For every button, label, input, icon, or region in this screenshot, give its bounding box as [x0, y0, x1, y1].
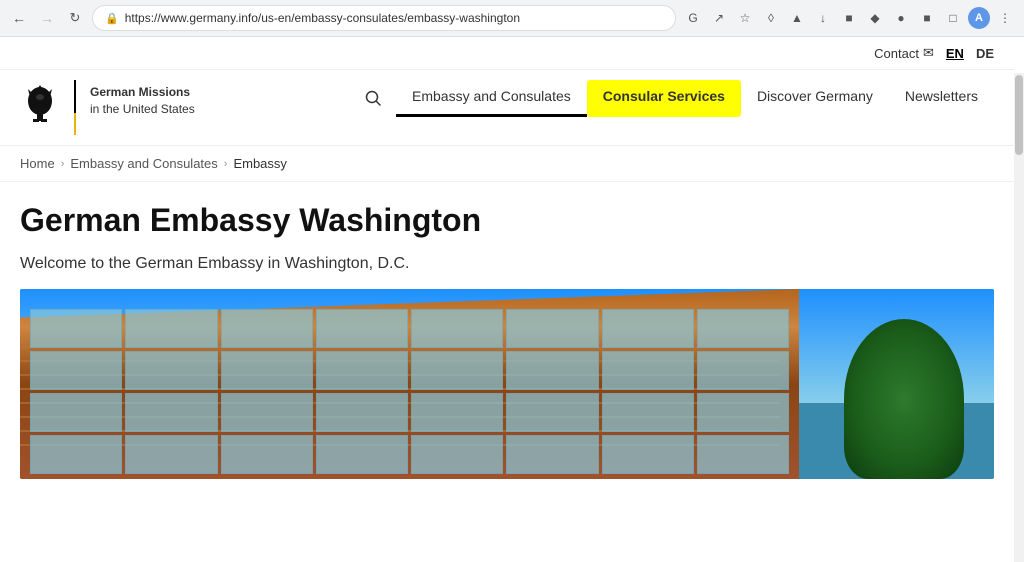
nav-embassy-consulates[interactable]: Embassy and Consulates: [396, 80, 587, 117]
back-button[interactable]: ←: [8, 7, 30, 29]
page-content: German Embassy Washington Welcome to the…: [0, 182, 1014, 479]
lastpass-icon[interactable]: ●: [890, 7, 912, 29]
window: [697, 393, 789, 432]
contact-email-icon: ✉: [923, 45, 934, 61]
nav-newsletters[interactable]: Newsletters: [889, 80, 994, 117]
utility-bar: Contact ✉ EN DE: [0, 37, 1014, 70]
german-eagle-icon: [20, 80, 60, 130]
window: [411, 351, 503, 390]
share-icon[interactable]: ↗: [708, 7, 730, 29]
lang-en-button[interactable]: EN: [946, 46, 964, 61]
window: [316, 435, 408, 474]
org-name: German Missions: [90, 84, 195, 101]
window: [506, 351, 598, 390]
breadcrumb: Home › Embassy and Consulates › Embassy: [0, 146, 1014, 182]
window: [30, 393, 122, 432]
window: [125, 393, 217, 432]
window: [506, 393, 598, 432]
breadcrumb-embassy-consulates[interactable]: Embassy and Consulates: [70, 156, 217, 171]
main-nav: Embassy and Consulates Consular Services…: [350, 80, 994, 117]
window: [506, 309, 598, 348]
window: [602, 393, 694, 432]
download-icon[interactable]: ↓: [812, 7, 834, 29]
profile-avatar[interactable]: A: [968, 7, 990, 29]
brave-icon[interactable]: ■: [838, 7, 860, 29]
logo-divider: [74, 80, 76, 135]
contact-link[interactable]: Contact ✉: [874, 45, 934, 61]
window: [30, 309, 122, 348]
lang-de-button[interactable]: DE: [976, 46, 994, 61]
window: [411, 309, 503, 348]
window: [30, 435, 122, 474]
window: [30, 351, 122, 390]
nav-discover-germany[interactable]: Discover Germany: [741, 80, 889, 117]
google-icon[interactable]: G: [682, 7, 704, 29]
window: [125, 351, 217, 390]
embassy-image: [20, 289, 994, 479]
breadcrumb-home[interactable]: Home: [20, 156, 55, 171]
window: [697, 309, 789, 348]
window: [697, 351, 789, 390]
vpn-icon[interactable]: ▲: [786, 7, 808, 29]
breadcrumb-current: Embassy: [233, 156, 286, 171]
logo-text: German Missions in the United States: [90, 80, 195, 118]
contact-label: Contact: [874, 46, 919, 61]
window: [316, 309, 408, 348]
window: [221, 309, 313, 348]
building-windows: [20, 289, 799, 479]
window: [411, 435, 503, 474]
site-header: German Missions in the United States Emb…: [0, 70, 1014, 146]
forward-button[interactable]: →: [36, 7, 58, 29]
page-title: German Embassy Washington: [20, 202, 994, 239]
window: [602, 309, 694, 348]
window: [125, 435, 217, 474]
menu-icon[interactable]: ⋮: [994, 7, 1016, 29]
window: [221, 393, 313, 432]
page-subtitle: Welcome to the German Embassy in Washing…: [20, 255, 994, 273]
window: [221, 435, 313, 474]
window: [602, 351, 694, 390]
window: [602, 435, 694, 474]
breadcrumb-sep-1: ›: [61, 158, 65, 170]
nav-consular-services[interactable]: Consular Services: [587, 80, 741, 117]
url-text: https://www.germany.info/us-en/embassy-c…: [125, 11, 663, 25]
nav-items: Embassy and Consulates Consular Services…: [396, 80, 994, 117]
star-icon[interactable]: ☆: [734, 7, 756, 29]
breadcrumb-sep-2: ›: [224, 158, 228, 170]
shield-icon[interactable]: ◊: [760, 7, 782, 29]
reload-button[interactable]: ↻: [64, 7, 86, 29]
tree-decoration: [844, 319, 964, 479]
search-button[interactable]: [350, 89, 396, 117]
window: [316, 393, 408, 432]
window: [411, 393, 503, 432]
window: [506, 435, 598, 474]
window: [125, 309, 217, 348]
window-icon[interactable]: □: [942, 7, 964, 29]
window: [221, 351, 313, 390]
address-bar[interactable]: 🔒 https://www.germany.info/us-en/embassy…: [92, 5, 676, 31]
window: [316, 351, 408, 390]
extensions-icon[interactable]: ■: [916, 7, 938, 29]
window: [697, 435, 789, 474]
org-subtitle: in the United States: [90, 102, 195, 116]
metamask-icon[interactable]: ◆: [864, 7, 886, 29]
lock-icon: 🔒: [105, 12, 119, 25]
logo-area[interactable]: German Missions in the United States: [20, 80, 195, 135]
